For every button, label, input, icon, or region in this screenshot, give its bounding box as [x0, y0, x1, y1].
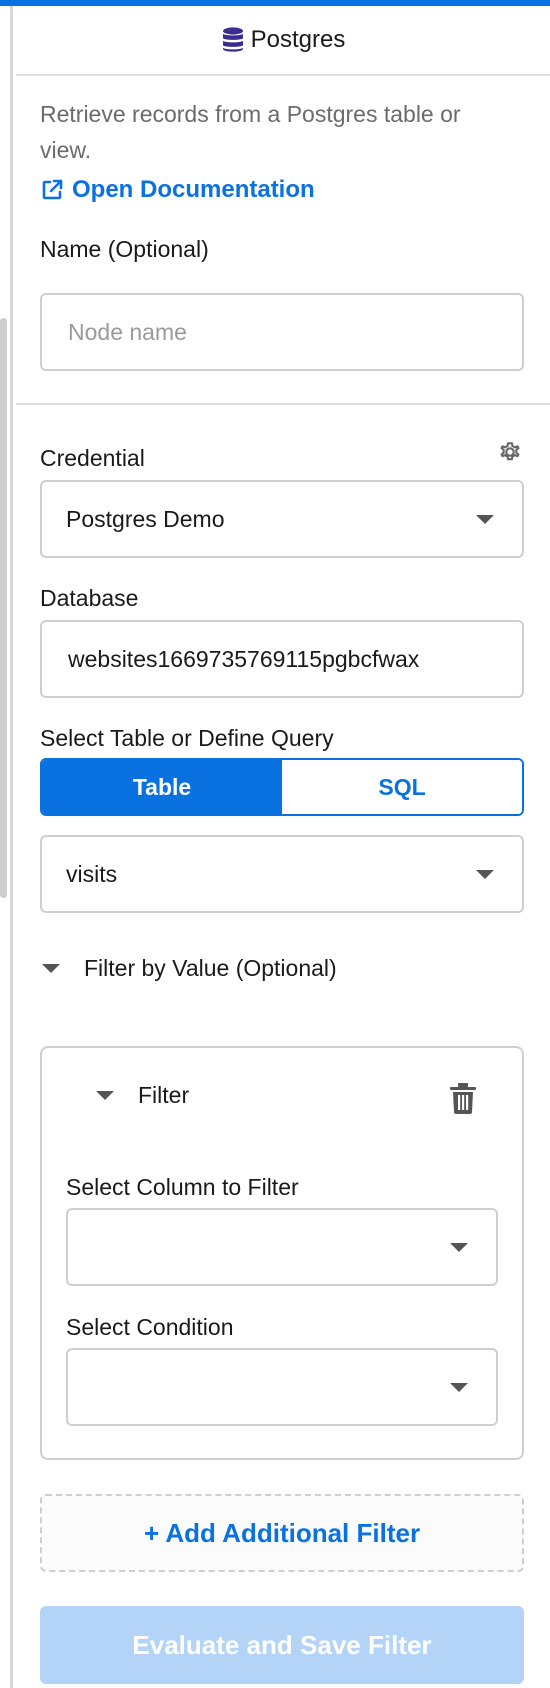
table-value: visits [66, 860, 118, 887]
external-link-icon [42, 179, 63, 200]
condition-select[interactable] [66, 1348, 498, 1426]
database-value: websites1669735769115pgbcfwax [68, 645, 420, 672]
name-field[interactable] [40, 293, 524, 371]
column-filter-label: Select Column to Filter [66, 1174, 299, 1200]
filter-section-toggle[interactable]: Filter by Value (Optional) [40, 955, 337, 982]
name-input[interactable] [68, 318, 522, 346]
chevron-down-icon [450, 1383, 468, 1392]
open-documentation-label: Open Documentation [72, 176, 315, 203]
database-field[interactable]: websites1669735769115pgbcfwax [40, 620, 524, 698]
node-description: Retrieve records from a Postgres table o… [40, 101, 461, 163]
column-filter-select[interactable] [66, 1208, 498, 1286]
filter-section-heading: Filter by Value (Optional) [84, 955, 337, 981]
evaluate-save-button[interactable]: Evaluate and Save Filter [40, 1606, 524, 1684]
gear-icon[interactable] [496, 438, 524, 466]
chevron-down-icon [450, 1243, 468, 1252]
tab-table[interactable]: Table [42, 760, 282, 814]
chevron-down-icon [476, 515, 494, 524]
tab-sql[interactable]: SQL [282, 760, 522, 814]
panel-header: Postgres [16, 6, 550, 76]
table-select[interactable]: visits [40, 835, 524, 913]
filter-title: Filter [138, 1082, 190, 1108]
scrollbar-thumb[interactable] [0, 318, 7, 898]
add-filter-button[interactable]: + Add Additional Filter [40, 1494, 524, 1572]
credential-label: Credential [40, 445, 145, 471]
trash-icon[interactable] [448, 1082, 478, 1114]
credential-value: Postgres Demo [66, 505, 225, 532]
table-sql-toggle[interactable]: Table SQL [40, 758, 524, 816]
name-label: Name (Optional) [40, 236, 209, 262]
database-label: Database [40, 585, 139, 611]
open-documentation-link[interactable]: Open Documentation [40, 176, 315, 204]
source-label: Select Table or Define Query [40, 725, 334, 751]
section-divider [16, 403, 550, 405]
database-icon [222, 27, 243, 52]
credential-select[interactable]: Postgres Demo [40, 480, 524, 558]
filter-card: Filter Select Column to Filter Select Co… [40, 1046, 524, 1460]
collapse-triangle-icon [42, 964, 60, 973]
chevron-down-icon [476, 870, 494, 879]
collapse-triangle-icon [96, 1091, 114, 1100]
panel-edge [10, 6, 13, 1688]
filter-toggle[interactable]: Filter [94, 1082, 189, 1109]
condition-label: Select Condition [66, 1314, 234, 1340]
panel-title: Postgres [250, 26, 346, 53]
